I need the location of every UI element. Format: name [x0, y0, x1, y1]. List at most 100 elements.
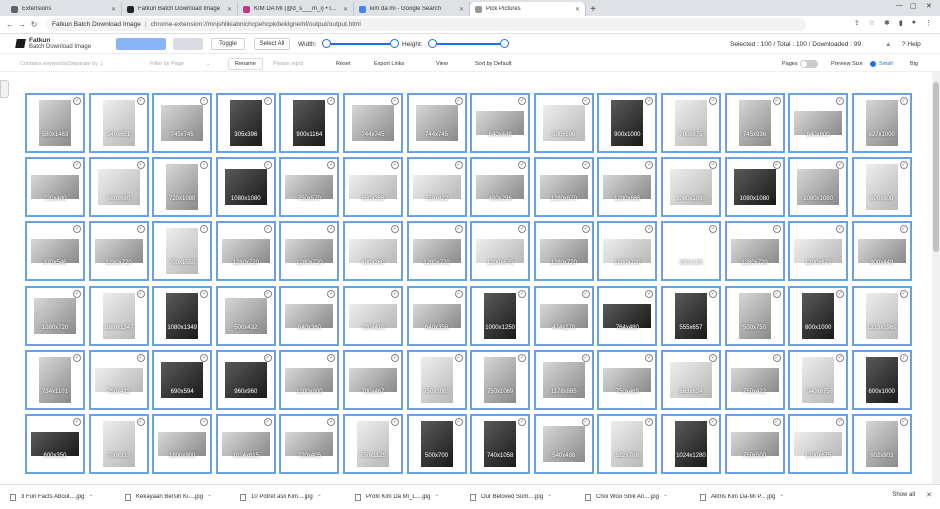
image-card[interactable]: 500x432 ✓	[215, 285, 276, 346]
download-item[interactable]: Choi Woo Shik An....jpg ⌃	[577, 493, 690, 501]
big-option[interactable]: Big	[910, 61, 918, 67]
selected-check-icon[interactable]: ✓	[200, 353, 209, 362]
small-radio[interactable]	[870, 61, 876, 67]
sort-select[interactable]: Sort by Default	[475, 61, 511, 67]
download-menu-icon[interactable]: ⌃	[317, 494, 322, 501]
selected-check-icon[interactable]: ✓	[136, 225, 145, 234]
select-all-button[interactable]: Select All	[254, 38, 290, 50]
download-item[interactable]: 10 Potret asli Kim....jpg ⌃	[232, 493, 345, 501]
rename-input[interactable]: Please input	[273, 61, 303, 67]
image-card[interactable]: 512x768 ✓	[597, 413, 658, 474]
image-card[interactable]: 600x350 ✓	[25, 413, 85, 474]
image-card[interactable]: 602x903 ✓	[851, 413, 912, 474]
image-card[interactable]: 750x422 ✓	[406, 157, 467, 218]
selected-check-icon[interactable]: ✓	[518, 289, 527, 298]
tab-close-icon[interactable]: ✕	[111, 6, 116, 13]
image-card[interactable]: 1080x1080 ✓	[215, 157, 276, 218]
rename-button[interactable]: Rename	[228, 58, 263, 70]
selected-check-icon[interactable]: ✓	[454, 97, 463, 105]
image-card[interactable]: 840x600 ✓	[788, 93, 849, 153]
keyword-filter-input[interactable]: Contains keywords(Separate by ,)	[20, 61, 103, 67]
toggle-button[interactable]: Toggle	[211, 38, 245, 50]
image-card[interactable]: 500x750 ✓	[724, 285, 785, 346]
selected-check-icon[interactable]: ✓	[136, 417, 145, 426]
selected-check-icon[interactable]: ✓	[263, 97, 272, 105]
pages-toggle[interactable]	[800, 60, 818, 68]
selected-check-icon[interactable]: ✓	[708, 289, 717, 298]
selected-check-icon[interactable]: ✓	[581, 161, 590, 170]
minimize-icon[interactable]: —	[896, 2, 903, 9]
selected-check-icon[interactable]: ✓	[263, 353, 272, 362]
selected-check-icon[interactable]: ✓	[200, 225, 209, 234]
selected-check-icon[interactable]: ✓	[200, 417, 209, 426]
height-slider-track[interactable]	[432, 43, 504, 45]
image-card[interactable]: 1080x1080 ✓	[724, 157, 785, 218]
image-card[interactable]: 764x480 ✓	[597, 285, 658, 346]
selected-check-icon[interactable]: ✓	[708, 353, 717, 362]
tab-close-icon[interactable]: ✕	[459, 6, 464, 13]
image-card[interactable]: 1280x720 ✓	[279, 221, 340, 282]
selected-check-icon[interactable]: ✓	[645, 161, 654, 170]
download-menu-icon[interactable]: ⌃	[663, 494, 668, 501]
image-card[interactable]: 744x745 ✓	[342, 93, 403, 153]
profile-icon[interactable]: ●	[912, 19, 916, 27]
image-card[interactable]: 1313x1969 ✓	[851, 285, 912, 346]
image-card[interactable]: 740x1058 ✓	[470, 413, 531, 474]
selected-check-icon[interactable]: ✓	[645, 97, 654, 105]
selected-check-icon[interactable]: ✓	[645, 225, 654, 234]
image-card[interactable]: 720x1080 ✓	[152, 157, 213, 218]
image-card[interactable]: 500x596 ✓	[533, 93, 594, 153]
browser-tab[interactable]: KIM DA MI (@d_s___m_i) • Insta ✕	[238, 2, 354, 16]
view-button[interactable]: View	[436, 61, 448, 67]
selected-check-icon[interactable]: ✓	[327, 417, 336, 426]
selected-check-icon[interactable]: ✓	[518, 225, 527, 234]
image-card[interactable]: 750x570 ✓	[279, 157, 340, 218]
image-card[interactable]: 540x675 ✓	[788, 349, 849, 410]
image-card[interactable]: 720x480 ✓	[25, 157, 85, 218]
selected-check-icon[interactable]: ✓	[645, 417, 654, 426]
image-card[interactable]: 640x448 ✓	[470, 93, 531, 153]
filter-by-page-select[interactable]: Filter by Page	[150, 61, 184, 67]
selected-check-icon[interactable]: ✓	[73, 289, 81, 298]
show-all-downloads-button[interactable]: Show all	[892, 492, 915, 498]
reload-icon[interactable]: ↻	[28, 20, 40, 29]
selected-check-icon[interactable]: ✓	[136, 353, 145, 362]
image-card[interactable]: 750x469 ✓	[597, 349, 658, 410]
selected-check-icon[interactable]: ✓	[73, 97, 81, 105]
tab-close-icon[interactable]: ✕	[575, 6, 580, 13]
selected-check-icon[interactable]: ✓	[836, 289, 845, 298]
help-link[interactable]: ? Help	[902, 41, 921, 48]
image-card[interactable]: 540x651 ✓	[88, 93, 149, 153]
browser-tab[interactable]: kim da mi - Google Search ✕	[354, 2, 470, 16]
selected-check-icon[interactable]: ✓	[772, 353, 781, 362]
download-menu-icon[interactable]: ⌃	[547, 494, 552, 501]
side-panel-icon[interactable]: ▮	[899, 19, 903, 27]
image-card[interactable]: 580x1463 ✓	[25, 93, 85, 153]
selected-check-icon[interactable]: ✓	[581, 97, 590, 105]
selected-check-icon[interactable]: ✓	[836, 161, 845, 170]
selected-check-icon[interactable]: ✓	[390, 353, 399, 362]
selected-check-icon[interactable]: ✓	[772, 225, 781, 234]
selected-check-icon[interactable]: ✓	[772, 97, 781, 105]
width-slider-min-handle[interactable]	[322, 39, 331, 48]
image-card[interactable]: 700x933 ✓	[88, 413, 149, 474]
selected-check-icon[interactable]: ✓	[327, 225, 336, 234]
selected-check-icon[interactable]: ✓	[518, 97, 527, 105]
selected-check-icon[interactable]: ✓	[200, 289, 209, 298]
selected-check-icon[interactable]: ✓	[899, 161, 908, 170]
selected-check-icon[interactable]: ✓	[454, 417, 463, 426]
image-card[interactable]: 640x358 ✓	[406, 285, 467, 346]
selected-check-icon[interactable]: ✓	[772, 161, 781, 170]
selected-check-icon[interactable]: ✓	[518, 417, 527, 426]
selected-check-icon[interactable]: ✓	[454, 353, 463, 362]
height-slider-min-handle[interactable]	[428, 39, 437, 48]
image-card[interactable]: 750x422 ✓	[724, 349, 785, 410]
selected-check-icon[interactable]: ✓	[518, 161, 527, 170]
selected-check-icon[interactable]: ✓	[390, 225, 399, 234]
image-card[interactable]: 827x1000 ✓	[851, 93, 912, 153]
height-slider-max-handle[interactable]	[500, 39, 509, 48]
selected-check-icon[interactable]: ✓	[390, 289, 399, 298]
selected-check-icon[interactable]: ✓	[645, 289, 654, 298]
selected-check-icon[interactable]: ✓	[327, 353, 336, 362]
image-card[interactable]: 1280x720 ✓	[88, 221, 149, 282]
